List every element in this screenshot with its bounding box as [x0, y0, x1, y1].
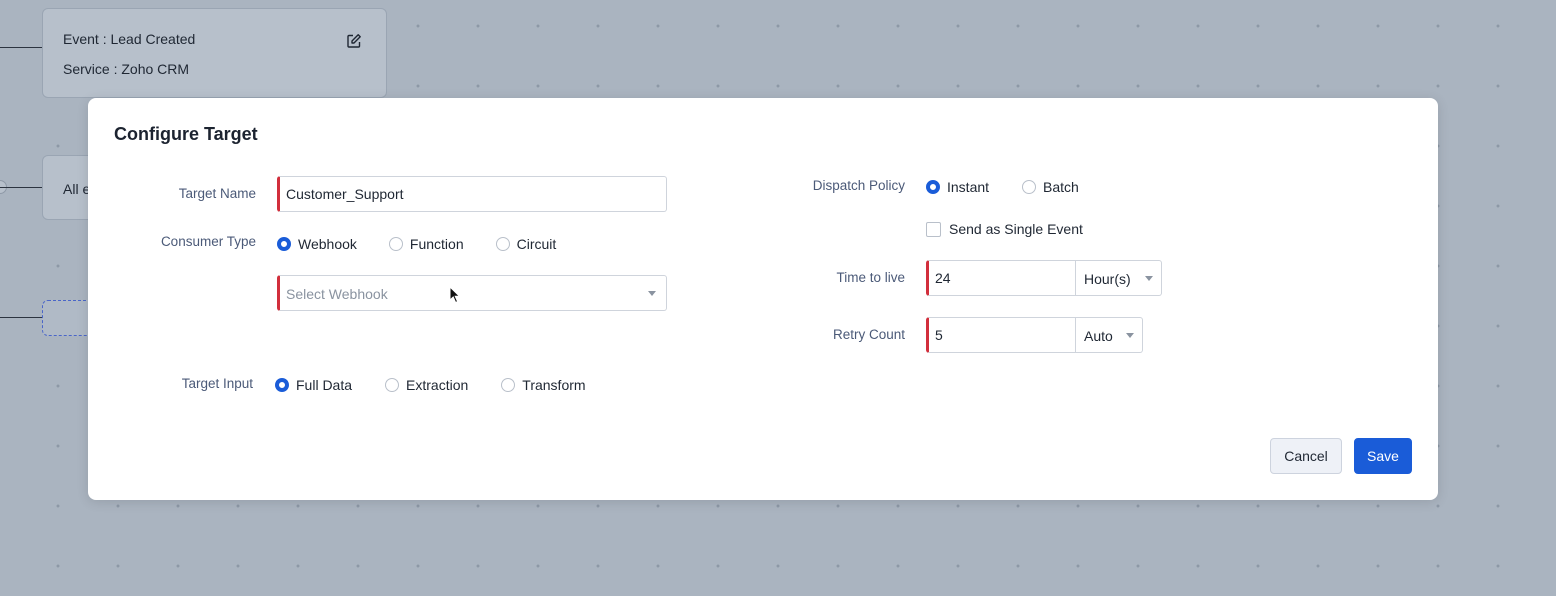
- radio-selected-icon: [277, 237, 291, 251]
- mouse-cursor-icon: [449, 286, 461, 304]
- send-single-event-label: Send as Single Event: [949, 221, 1083, 237]
- time-unit-select[interactable]: Hour(s): [1076, 260, 1162, 296]
- save-button[interactable]: Save: [1354, 438, 1412, 474]
- retry-count-label: Retry Count: [832, 327, 905, 342]
- radio-empty-icon: [385, 378, 400, 392]
- edit-icon[interactable]: [346, 33, 362, 49]
- chevron-down-icon: [1145, 276, 1153, 281]
- time-to-live-label: Time to live: [836, 270, 905, 285]
- dispatch-policy-label: Dispatch Policy: [812, 178, 905, 193]
- dispatch-policy-radio-group: Instant Batch: [926, 179, 1079, 195]
- retry-count-input[interactable]: [926, 317, 1076, 353]
- all-events-node-text: All e: [63, 181, 91, 197]
- target-input-extraction-radio[interactable]: Extraction: [385, 377, 468, 393]
- radio-selected-icon: [926, 180, 940, 194]
- send-single-event-checkbox[interactable]: Send as Single Event: [926, 221, 1083, 237]
- checkbox-icon: [926, 221, 941, 237]
- retry-mode-select[interactable]: Auto: [1076, 317, 1143, 353]
- consumer-type-circuit-radio[interactable]: Circuit: [495, 236, 556, 252]
- consumer-type-webhook-radio[interactable]: Webhook: [277, 236, 357, 252]
- event-node[interactable]: Event : Lead Created Service : Zoho CRM: [42, 8, 387, 98]
- radio-empty-icon: [388, 237, 403, 251]
- consumer-type-label: Consumer Type: [160, 234, 256, 249]
- radio-selected-icon: [275, 378, 289, 392]
- target-input-transform-radio[interactable]: Transform: [501, 377, 586, 393]
- configure-target-modal: Configure Target Target Name Consumer Ty…: [88, 98, 1438, 500]
- target-name-label: Target Name: [178, 186, 256, 201]
- consumer-type-function-radio[interactable]: Function: [388, 236, 464, 252]
- radio-empty-icon: [501, 378, 516, 392]
- chevron-down-icon: [648, 291, 656, 296]
- event-node-service: Service : Zoho CRM: [63, 61, 190, 77]
- chevron-down-icon: [1126, 333, 1134, 338]
- consumer-type-radio-group: Webhook Function Circuit: [277, 236, 556, 252]
- webhook-select[interactable]: Select Webhook: [277, 275, 667, 311]
- webhook-select-placeholder: Select Webhook: [286, 286, 388, 302]
- time-to-live-input[interactable]: [926, 260, 1076, 296]
- dispatch-policy-instant-radio[interactable]: Instant: [926, 179, 989, 195]
- retry-mode-value: Auto: [1084, 328, 1113, 344]
- event-node-event: Event : Lead Created: [63, 31, 196, 47]
- target-input-full-data-radio[interactable]: Full Data: [275, 377, 352, 393]
- modal-title: Configure Target: [114, 124, 258, 144]
- target-name-input[interactable]: [277, 176, 667, 212]
- time-unit-value: Hour(s): [1084, 271, 1131, 287]
- target-input-label: Target Input: [181, 376, 253, 391]
- connector-line: [0, 317, 48, 318]
- dispatch-policy-batch-radio[interactable]: Batch: [1022, 179, 1079, 195]
- radio-empty-icon: [495, 237, 510, 251]
- target-input-radio-group: Full Data Extraction Transform: [275, 377, 586, 393]
- connector-line: [0, 47, 48, 48]
- radio-empty-icon: [1022, 180, 1037, 194]
- connector-line: [0, 187, 48, 188]
- cancel-button[interactable]: Cancel: [1270, 438, 1342, 474]
